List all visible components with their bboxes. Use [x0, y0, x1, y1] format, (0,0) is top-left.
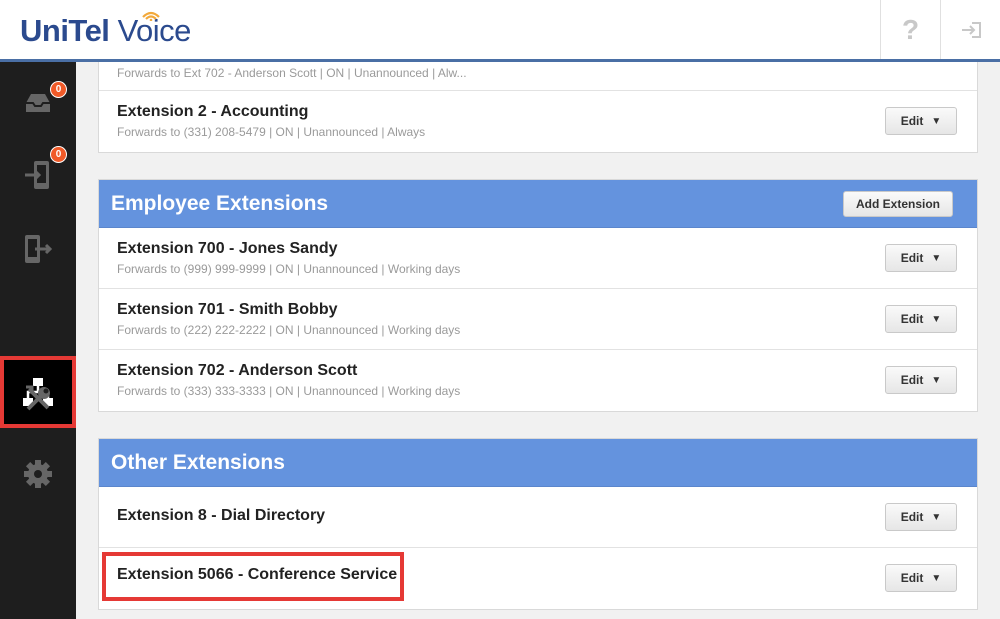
phone-forward-icon: [25, 161, 49, 189]
edit-label: Edit: [900, 114, 924, 128]
row-subtitle: Forwards to (999) 999-9999 | ON | Unanno…: [117, 262, 461, 276]
row-title: Extension 8 - Dial Directory: [117, 507, 326, 524]
unitel-voice-logo[interactable]: UniTel Voice: [20, 10, 191, 52]
list-item: Extension 8 - Dial Directory Edit ▼: [99, 487, 977, 548]
sidebar-item-forwarding[interactable]: 0: [0, 144, 76, 206]
help-button[interactable]: ?: [880, 0, 940, 59]
caret-down-icon: ▼: [931, 511, 942, 523]
help-icon: ?: [901, 13, 920, 45]
caret-down-icon: ▼: [931, 115, 942, 127]
caret-down-icon: ▼: [931, 374, 942, 386]
edit-label: Edit: [900, 510, 924, 524]
logout-button[interactable]: [940, 0, 1000, 59]
row-title: Extension 2 - Accounting: [117, 103, 309, 120]
extensions-card-top: Forwards to Ext 702 - Anderson Scott | O…: [98, 62, 978, 153]
edit-label: Edit: [900, 373, 924, 387]
row-subtitle: Forwards to (222) 222-2222 | ON | Unanno…: [117, 323, 461, 337]
row-subtitle: Forwards to (333) 333-3333 | ON | Unanno…: [117, 384, 461, 398]
phone-exit-icon: [25, 235, 53, 263]
employee-extensions-card: Employee Extensions Add Extension Extens…: [98, 179, 978, 412]
sidebar-item-outbound[interactable]: [0, 218, 76, 280]
caret-down-icon: ▼: [931, 572, 942, 584]
highlight-box: [102, 552, 404, 601]
logo-primary: UniTel: [20, 13, 110, 48]
sidebar-item-settings[interactable]: [0, 443, 76, 505]
main-content: Forwards to Ext 702 - Anderson Scott | O…: [76, 62, 1000, 619]
list-item: Extension 701 - Smith Bobby Forwards to …: [99, 289, 977, 350]
caret-down-icon: ▼: [931, 313, 942, 325]
logout-icon: [961, 21, 981, 38]
edit-button[interactable]: Edit ▼: [885, 305, 957, 333]
caret-down-icon: ▼: [931, 252, 942, 264]
tools-icon: [26, 385, 50, 411]
list-item: Extension 702 - Anderson Scott Forwards …: [99, 350, 977, 411]
edit-label: Edit: [900, 312, 924, 326]
sidebar: 0 0: [0, 62, 76, 619]
row-subtitle: Forwards to (331) 208-5479 | ON | Unanno…: [117, 125, 426, 139]
row-title: Extension 701 - Smith Bobby: [117, 301, 338, 318]
section-header: Other Extensions: [99, 439, 977, 487]
notification-badge: 0: [50, 146, 67, 163]
edit-button[interactable]: Edit ▼: [885, 564, 957, 592]
sidebar-item-tools[interactable]: [0, 368, 76, 430]
gear-icon: [24, 460, 52, 488]
list-item: Extension 700 - Jones Sandy Forwards to …: [99, 228, 977, 289]
section-title: Employee Extensions: [111, 192, 329, 215]
edit-label: Edit: [900, 251, 924, 265]
list-item: Forwards to Ext 702 - Anderson Scott | O…: [99, 62, 977, 91]
edit-label: Edit: [900, 571, 924, 585]
notification-badge: 0: [50, 81, 67, 98]
row-title: Extension 702 - Anderson Scott: [117, 362, 358, 379]
add-extension-button[interactable]: Add Extension: [842, 191, 953, 217]
edit-button[interactable]: Edit ▼: [885, 107, 957, 135]
list-item: Extension 2 - Accounting Forwards to (33…: [99, 91, 977, 152]
section-title: Other Extensions: [111, 451, 285, 474]
wifi-signal-icon: [142, 11, 160, 21]
app-header: UniTel Voice ?: [0, 0, 1000, 62]
row-subtitle: Forwards to Ext 702 - Anderson Scott | O…: [117, 66, 467, 80]
sidebar-item-inbox[interactable]: 0: [0, 72, 76, 134]
row-title: Extension 700 - Jones Sandy: [117, 240, 338, 257]
edit-button[interactable]: Edit ▼: [885, 244, 957, 272]
section-header: Employee Extensions Add Extension: [99, 180, 977, 228]
inbox-icon: [26, 94, 50, 112]
edit-button[interactable]: Edit ▼: [885, 503, 957, 531]
edit-button[interactable]: Edit ▼: [885, 366, 957, 394]
